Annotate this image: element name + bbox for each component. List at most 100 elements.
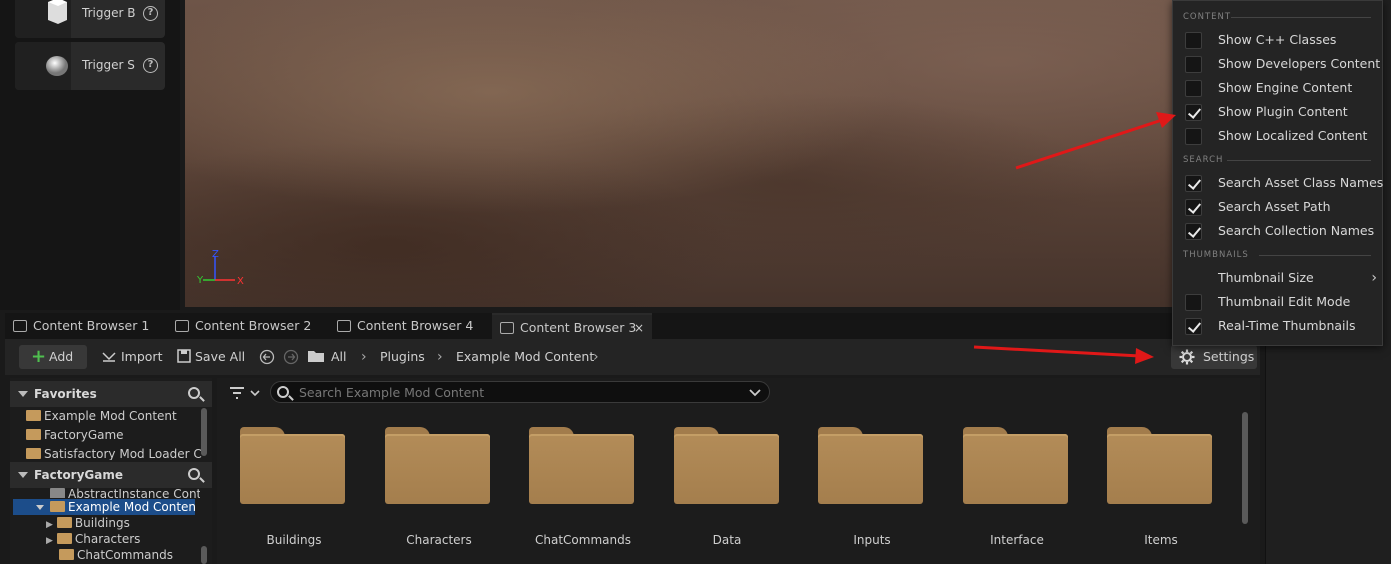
- folder-body: [240, 434, 345, 504]
- breadcrumb-example-mod-content[interactable]: Example Mod Content: [456, 345, 594, 369]
- folder-buildings[interactable]: [240, 427, 345, 505]
- favorite-item[interactable]: Example Mod Content: [26, 408, 206, 424]
- folder-icon: [26, 429, 41, 440]
- folder-characters[interactable]: [385, 427, 490, 505]
- folder-inputs[interactable]: [818, 427, 923, 505]
- menu-thumbnail-size[interactable]: Thumbnail Size ›: [1185, 268, 1377, 288]
- menu-label: Search Asset Class Names: [1218, 175, 1384, 190]
- checkbox-checked[interactable]: [1185, 318, 1202, 335]
- folder-chatcommands[interactable]: [529, 427, 634, 505]
- folder-body: [529, 434, 634, 504]
- tree-label: Example Mod Content: [68, 500, 195, 514]
- close-icon[interactable]: ×: [634, 315, 644, 341]
- tree-scrollbar[interactable]: [201, 546, 207, 564]
- divider: [1259, 255, 1371, 256]
- folder-icon: [50, 488, 65, 498]
- folder-label[interactable]: Characters: [369, 533, 509, 547]
- forward-arrow-icon[interactable]: [283, 349, 299, 365]
- tree-item[interactable]: ▶ Buildings: [46, 515, 196, 531]
- checkbox[interactable]: [1185, 128, 1202, 145]
- content-browser-tabs: Content Browser 1 Content Browser 2 Cont…: [5, 313, 1260, 339]
- search-icon[interactable]: [188, 387, 200, 399]
- checkbox[interactable]: [1185, 80, 1202, 97]
- tab-content-browser-4[interactable]: Content Browser 4: [329, 313, 489, 339]
- filter-icon[interactable]: [229, 385, 263, 401]
- folder-icon[interactable]: [307, 349, 325, 363]
- favorite-label: Satisfactory Mod Loader C: [44, 447, 202, 460]
- tab-label: Content Browser 4: [357, 318, 474, 333]
- menu-label: Show Plugin Content: [1218, 104, 1348, 119]
- chevron-down-icon[interactable]: [749, 388, 761, 398]
- import-icon: [102, 352, 116, 362]
- settings-label: Settings: [1203, 349, 1255, 364]
- tree-item-selected[interactable]: Example Mod Content: [13, 499, 195, 515]
- import-label: Import: [120, 349, 163, 364]
- back-arrow-icon[interactable]: [259, 349, 275, 365]
- breadcrumb-label: All: [331, 349, 347, 364]
- level-viewport[interactable]: Z Y X: [185, 0, 1205, 307]
- folder-interface[interactable]: [963, 427, 1068, 505]
- search-icon: [277, 386, 289, 398]
- checkbox-checked[interactable]: [1185, 175, 1202, 192]
- tree-item[interactable]: AbstractInstance Cont: [50, 488, 200, 498]
- place-item-label: Trigger B: [82, 6, 136, 20]
- favorites-header[interactable]: Favorites: [10, 381, 212, 407]
- favorite-label: Example Mod Content: [44, 409, 177, 423]
- menu-label: Real-Time Thumbnails: [1218, 318, 1356, 333]
- place-item-trigger-box[interactable]: Trigger B ?: [15, 0, 165, 38]
- tab-content-browser-1[interactable]: Content Browser 1: [5, 313, 163, 339]
- help-icon[interactable]: ?: [143, 6, 158, 21]
- trigger-box-thumbnail: [15, 0, 71, 38]
- tab-content-browser-2[interactable]: Content Browser 2: [167, 313, 327, 339]
- content-browser-icon: [337, 320, 351, 332]
- breadcrumb-plugins[interactable]: Plugins: [380, 345, 425, 369]
- menu-label: Show Developers Content: [1218, 56, 1381, 71]
- checkbox-checked[interactable]: [1185, 199, 1202, 216]
- help-icon[interactable]: ?: [143, 58, 158, 73]
- breadcrumb-separator-icon[interactable]: ›: [593, 345, 599, 369]
- breadcrumb-all[interactable]: All: [331, 345, 347, 369]
- axis-y-label: Y: [196, 275, 204, 286]
- checkbox-checked[interactable]: [1185, 104, 1202, 121]
- plus-icon: +: [31, 346, 47, 367]
- menu-label: Thumbnail Edit Mode: [1218, 294, 1351, 309]
- folder-label[interactable]: Data: [657, 533, 797, 547]
- settings-button[interactable]: Settings: [1171, 345, 1257, 369]
- search-placeholder: Search Example Mod Content: [299, 385, 485, 400]
- collapse-triangle-icon: [18, 472, 28, 478]
- folder-label[interactable]: Interface: [947, 533, 1087, 547]
- tree-item[interactable]: ▶ Characters: [46, 531, 196, 547]
- checkbox-checked[interactable]: [1185, 223, 1202, 240]
- folder-label[interactable]: ChatCommands: [513, 533, 653, 547]
- checkbox[interactable]: [1185, 32, 1202, 49]
- save-all-button[interactable]: Save All: [177, 345, 245, 369]
- checkbox[interactable]: [1185, 56, 1202, 73]
- folder-label[interactable]: Inputs: [802, 533, 942, 547]
- tree-item[interactable]: ChatCommands: [59, 547, 199, 563]
- search-input[interactable]: Search Example Mod Content: [270, 381, 770, 403]
- add-label: Add: [49, 349, 74, 364]
- folder-icon: [56, 517, 72, 528]
- folder-label[interactable]: Buildings: [224, 533, 364, 547]
- folder-icon: [56, 533, 72, 544]
- menu-label: Show Engine Content: [1218, 80, 1353, 95]
- folder-data[interactable]: [674, 427, 779, 505]
- search-icon[interactable]: [188, 468, 200, 480]
- favorite-item[interactable]: FactoryGame: [26, 427, 206, 443]
- folder-items[interactable]: [1107, 427, 1212, 505]
- expand-triangle-icon: [36, 505, 44, 510]
- factorygame-header[interactable]: FactoryGame: [10, 462, 212, 488]
- place-item-trigger-sphere[interactable]: Trigger S ?: [15, 42, 165, 90]
- breadcrumb-separator-icon[interactable]: ›: [361, 345, 367, 369]
- add-button[interactable]: + Add: [19, 345, 87, 369]
- breadcrumb-separator-icon[interactable]: ›: [437, 345, 443, 369]
- tab-content-browser-3[interactable]: Content Browser 3 ×: [492, 313, 652, 339]
- save-icon: [177, 349, 191, 363]
- chevron-right-icon: ›: [1371, 270, 1377, 286]
- import-button[interactable]: Import: [101, 345, 162, 369]
- asset-scrollbar[interactable]: [1242, 412, 1248, 524]
- favorite-item[interactable]: Satisfactory Mod Loader C: [26, 446, 206, 460]
- folder-label[interactable]: Items: [1091, 533, 1231, 547]
- favorites-scrollbar[interactable]: [201, 408, 207, 456]
- checkbox[interactable]: [1185, 294, 1202, 311]
